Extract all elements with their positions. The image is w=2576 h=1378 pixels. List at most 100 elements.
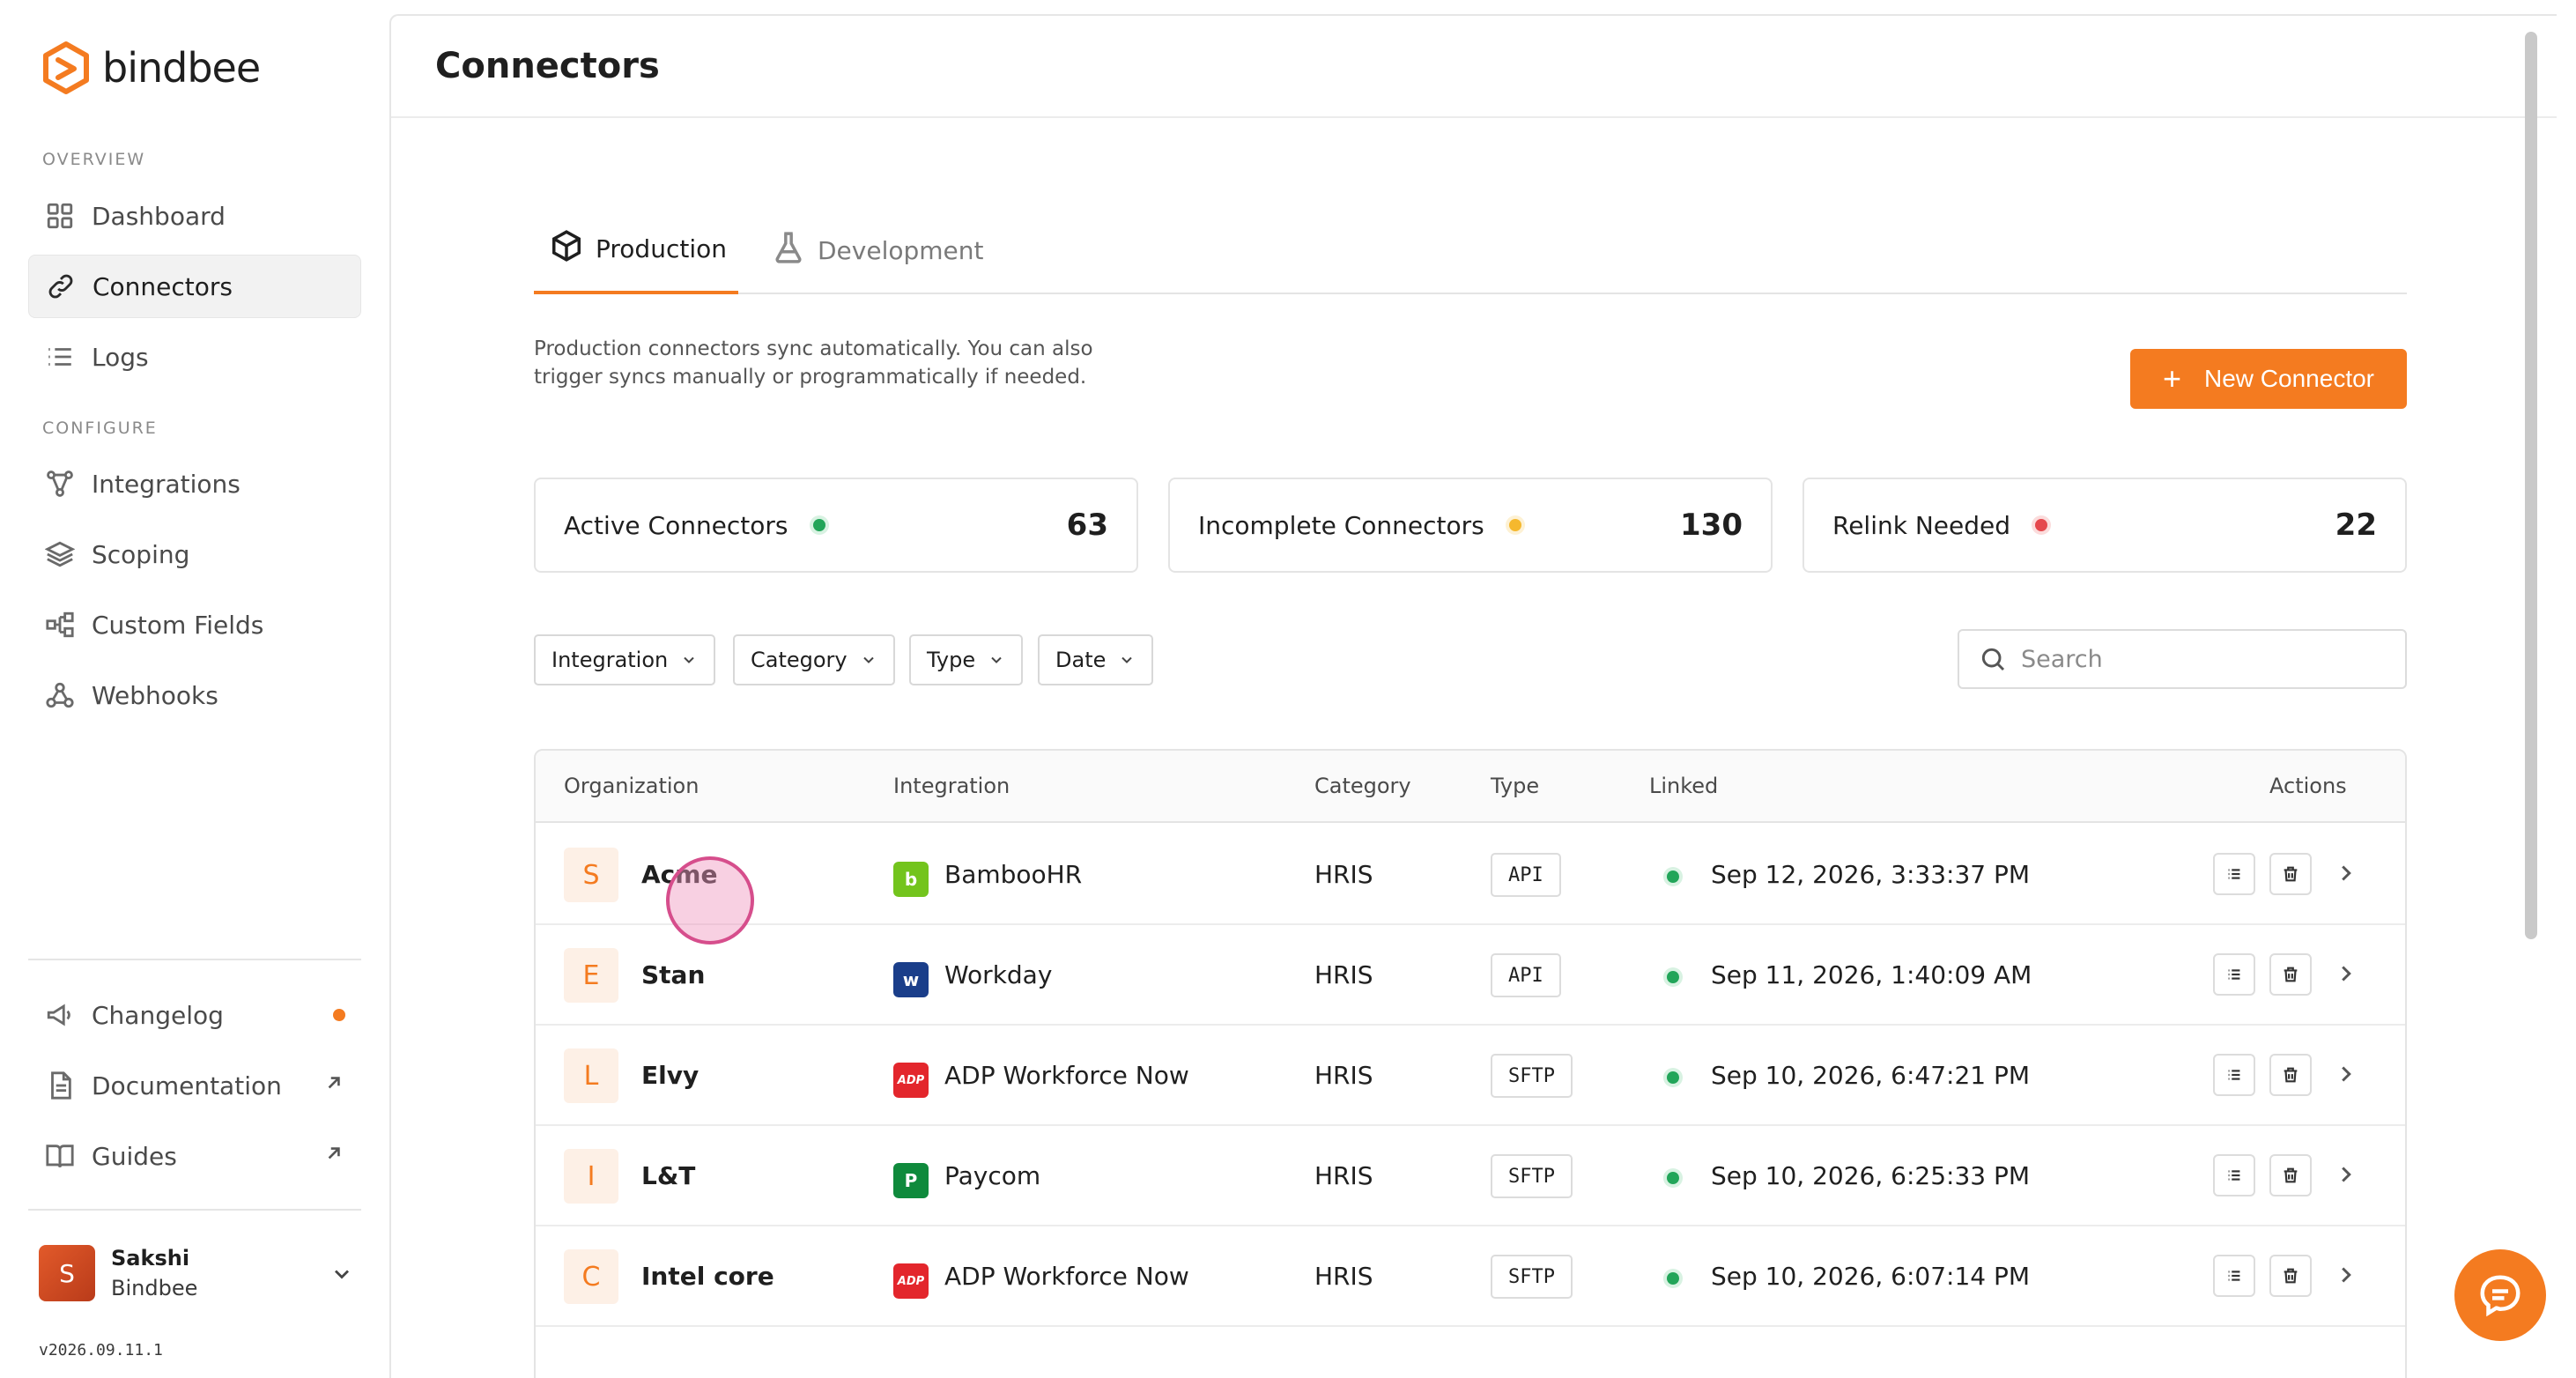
- view-logs-button[interactable]: [2213, 1154, 2255, 1196]
- tab-production[interactable]: Production: [534, 206, 738, 294]
- type-badge: SFTP: [1491, 1054, 1573, 1098]
- user-org: Bindbee: [111, 1276, 198, 1300]
- status-dot-yellow: [1508, 519, 1521, 531]
- list-icon: [2228, 969, 2240, 980]
- sidebar-item-custom-fields[interactable]: Custom Fields: [28, 593, 361, 656]
- delete-button[interactable]: [2269, 853, 2312, 895]
- nodes-icon: [44, 468, 76, 500]
- megaphone-icon: [44, 999, 76, 1031]
- category: HRIS: [1314, 1061, 1373, 1090]
- view-logs-button[interactable]: [2213, 953, 2255, 996]
- list-icon: [2228, 1170, 2240, 1181]
- chevron-down-icon[interactable]: [329, 1262, 354, 1290]
- trash-icon: [2284, 967, 2298, 982]
- status-dot-red: [2035, 519, 2048, 531]
- paycom-logo-icon: P: [893, 1163, 929, 1198]
- sidebar-item-connectors[interactable]: Connectors: [28, 255, 361, 318]
- delete-button[interactable]: [2269, 1255, 2312, 1297]
- linked-status-dot: [1667, 971, 1679, 983]
- stat-label: Incomplete Connectors: [1198, 510, 1484, 540]
- view-logs-button[interactable]: [2213, 853, 2255, 895]
- stat-value: 130: [1680, 507, 1743, 543]
- sidebar-item-label: Custom Fields: [92, 610, 264, 640]
- user-menu[interactable]: S Sakshi Bindbee: [39, 1242, 361, 1304]
- new-connector-button[interactable]: + New Connector: [2130, 349, 2407, 409]
- header-divider: [391, 116, 2557, 118]
- flask-icon: [772, 231, 805, 270]
- org-initial-badge: E: [564, 948, 618, 1003]
- stat-card-incomplete[interactable]: Incomplete Connectors 130: [1168, 478, 1773, 573]
- table-row[interactable]: S Acme b BambooHR HRIS API Sep 12, 2026,…: [536, 825, 2405, 925]
- sidebar-item-guides[interactable]: Guides: [28, 1124, 361, 1188]
- user-name: Sakshi: [111, 1246, 190, 1271]
- trash-icon: [2284, 1167, 2298, 1183]
- delete-button[interactable]: [2269, 953, 2312, 996]
- layers-icon: [44, 538, 76, 570]
- view-logs-button[interactable]: [2213, 1054, 2255, 1096]
- search-input[interactable]: [2021, 645, 2391, 673]
- scrollbar[interactable]: [2525, 32, 2537, 939]
- sidebar-item-documentation[interactable]: Documentation: [28, 1054, 361, 1117]
- sidebar-item-label: Guides: [92, 1141, 177, 1171]
- stat-card-relink[interactable]: Relink Needed 22: [1802, 478, 2407, 573]
- chevron-right-icon[interactable]: [2333, 860, 2359, 890]
- list-icon: [2228, 869, 2240, 879]
- sidebar-item-changelog[interactable]: Changelog: [28, 983, 361, 1047]
- filter-category[interactable]: Category: [733, 634, 895, 685]
- sidebar-item-dashboard[interactable]: Dashboard: [28, 184, 361, 248]
- type-badge: SFTP: [1491, 1154, 1573, 1198]
- linked-date: Sep 10, 2026, 6:47:21 PM: [1711, 1061, 2031, 1090]
- main-panel: Connectors Production Development Produc…: [389, 14, 2557, 1378]
- org-initial-badge: C: [564, 1249, 618, 1304]
- list-icon: [2228, 1271, 2240, 1281]
- external-arrow-icon: [322, 1142, 345, 1171]
- section-label-overview: OVERVIEW: [42, 150, 146, 169]
- table-row[interactable]: I L&T P Paycom HRIS SFTP Sep 10, 2026, 6…: [536, 1126, 2405, 1226]
- sidebar-item-integrations[interactable]: Integrations: [28, 452, 361, 515]
- hierarchy-icon: [44, 609, 76, 641]
- table-row[interactable]: L Elvy ADP ADP Workforce Now HRIS SFTP S…: [536, 1026, 2405, 1126]
- sidebar-item-scoping[interactable]: Scoping: [28, 522, 361, 586]
- integration-name: Workday: [944, 960, 1053, 989]
- support-chat-button[interactable]: [2454, 1249, 2546, 1341]
- view-logs-button[interactable]: [2213, 1255, 2255, 1297]
- filter-integration[interactable]: Integration: [534, 634, 716, 685]
- chevron-down-icon: [1121, 656, 1133, 663]
- tab-label: Development: [818, 235, 984, 265]
- new-connector-label: New Connector: [2204, 365, 2374, 392]
- brand-logo[interactable]: bindbee: [41, 41, 261, 95]
- linked-date: Sep 11, 2026, 1:40:09 AM: [1711, 960, 2032, 989]
- chevron-right-icon[interactable]: [2333, 1161, 2359, 1191]
- table-row[interactable]: E Stan w Workday HRIS API Sep 11, 2026, …: [536, 925, 2405, 1026]
- chat-icon: [2480, 1275, 2520, 1317]
- tab-development[interactable]: Development: [772, 206, 984, 294]
- cube-icon: [550, 229, 583, 269]
- sidebar-item-webhooks[interactable]: Webhooks: [28, 663, 361, 727]
- filter-type[interactable]: Type: [909, 634, 1024, 685]
- search-box[interactable]: [1958, 629, 2407, 689]
- filter-label: Type: [927, 648, 976, 672]
- section-label-configure: CONFIGURE: [42, 419, 158, 438]
- chevron-down-icon: [684, 656, 694, 663]
- status-dot-green: [812, 519, 825, 531]
- chevron-down-icon: [862, 656, 874, 663]
- org-initial-badge: I: [564, 1149, 618, 1204]
- column-header-actions: Actions: [2269, 774, 2347, 798]
- chevron-right-icon[interactable]: [2333, 1061, 2359, 1091]
- sidebar-item-logs[interactable]: Logs: [28, 325, 361, 389]
- sidebar-item-label: Documentation: [92, 1071, 282, 1100]
- linked-status-dot: [1667, 871, 1679, 883]
- chevron-right-icon[interactable]: [2333, 1262, 2359, 1292]
- org-name: Intel core: [641, 1262, 774, 1291]
- integration-name: ADP Workforce Now: [944, 1262, 1189, 1291]
- table-header: Organization Integration Category Type L…: [536, 751, 2405, 823]
- table-row[interactable]: C Intel core ADP ADP Workforce Now HRIS …: [536, 1226, 2405, 1327]
- filter-date[interactable]: Date: [1038, 634, 1154, 685]
- delete-button[interactable]: [2269, 1154, 2312, 1196]
- linked-status-dot: [1667, 1071, 1679, 1084]
- stat-card-active[interactable]: Active Connectors 63: [534, 478, 1138, 573]
- stat-label: Active Connectors: [564, 510, 788, 540]
- chevron-right-icon[interactable]: [2333, 960, 2359, 990]
- delete-button[interactable]: [2269, 1054, 2312, 1096]
- stat-value: 63: [1066, 507, 1108, 543]
